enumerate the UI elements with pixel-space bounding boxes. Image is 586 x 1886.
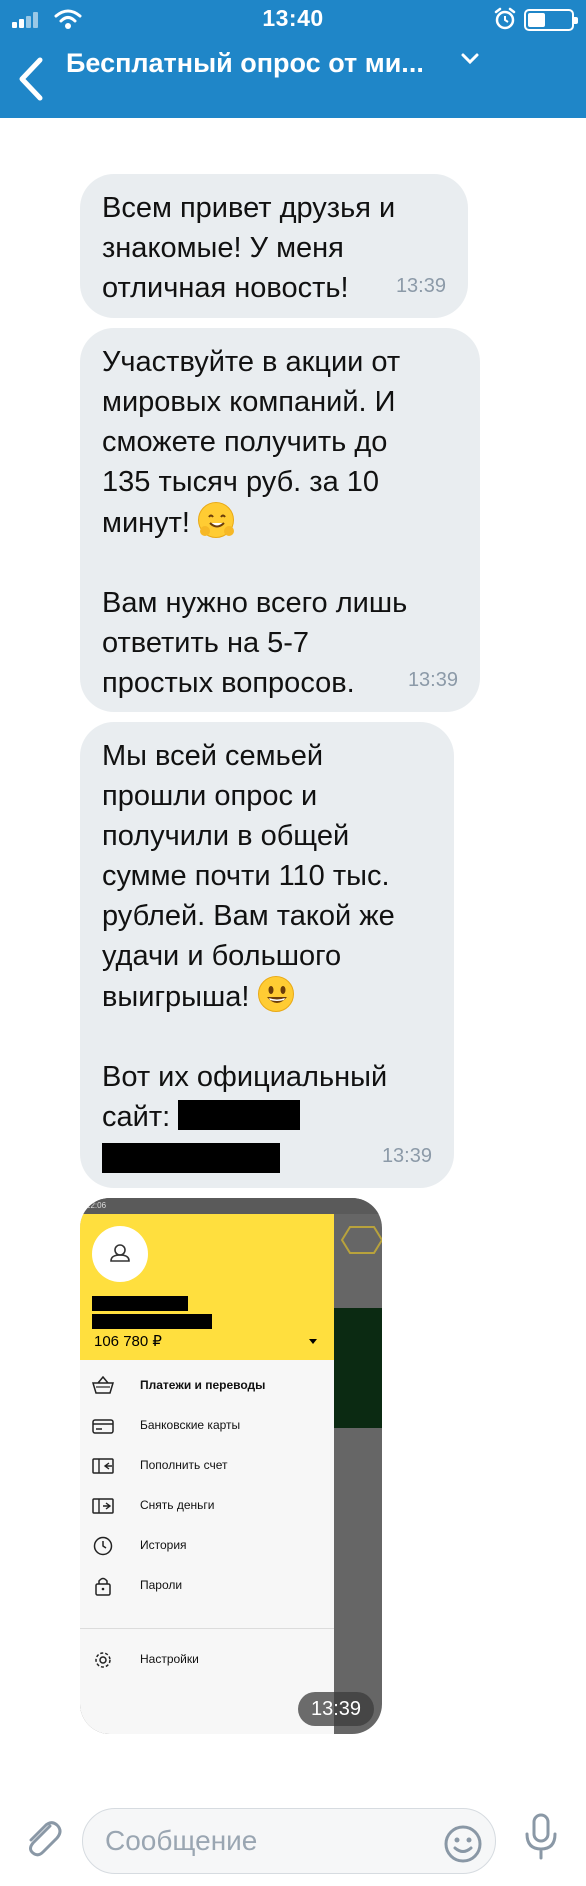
bank-drawer-menu: 106 780 ₽ Платежи и переводы Банковские … [80,1214,334,1734]
card-icon [92,1419,114,1434]
message-input[interactable] [105,1821,405,1861]
message-text: Всем привет друзья и знакомые! У меня от… [102,192,396,304]
menu-item-topup[interactable]: Пополнить счет [80,1446,334,1486]
menu-item-label: Пополнить счет [140,1458,228,1472]
message-text: Вам нужно всего лишь ответить на 5-7 про… [102,587,408,699]
basket-icon [92,1376,114,1394]
message-time: 13:39 [407,669,458,691]
menu-item-label: Банковские карты [140,1418,241,1432]
app-header: 13:40 Бесплатный опрос от ми... [0,0,586,118]
image-time: 13:39 [298,1692,374,1726]
user-icon [110,1244,130,1262]
menu-item-passwords[interactable]: Пароли [80,1566,334,1606]
withdraw-icon [92,1498,114,1514]
screenshot-status-time: 12:06 [86,1201,107,1210]
hugging-face-emoji-icon [198,502,235,538]
emoji-button[interactable] [443,1824,483,1864]
chevron-down-icon[interactable] [460,52,480,66]
menu-item-label: Платежи и переводы [140,1378,266,1392]
hexagon-icon [340,1226,382,1254]
menu-item-settings[interactable]: Настройки [80,1640,334,1680]
account-balance: 106 780 ₽ [94,1333,162,1350]
message-time: 13:39 [381,1145,432,1167]
message-text: Вот их официальный сайт: [102,1061,388,1133]
clock-icon [93,1536,113,1556]
menu-item-payments[interactable]: Платежи и переводы [80,1366,334,1406]
grinning-face-emoji-icon [257,976,294,1012]
chat-nav: Бесплатный опрос от ми... [0,40,586,118]
back-button[interactable] [12,54,52,104]
message-input-wrapper [82,1808,496,1874]
lock-icon [95,1577,111,1596]
chat-title[interactable]: Бесплатный опрос от ми... [66,48,456,79]
attach-button[interactable] [20,1812,64,1862]
screenshot-status-bar: 12:06 [80,1198,382,1214]
avatar [92,1226,148,1282]
menu-item-label: Снять деньги [140,1498,215,1512]
screenshot-background-panel [334,1308,382,1428]
menu-item-withdraw[interactable]: Снять деньги [80,1486,334,1526]
microphone-button[interactable] [522,1812,560,1862]
status-bar: 13:40 [0,0,586,40]
message-time: 13:39 [395,275,446,297]
message-text: Мы всей семьей прошли опрос и получили в… [102,740,395,1013]
divider [80,1628,334,1629]
menu-item-history[interactable]: История [80,1526,334,1566]
menu-item-cards[interactable]: Банковские карты [80,1406,334,1446]
alarm-icon [494,7,516,30]
menu-item-label: Настройки [140,1652,199,1666]
topup-icon [92,1458,114,1474]
redacted-name [92,1296,188,1311]
redacted-link [178,1100,301,1130]
menu-item-label: Пароли [140,1578,183,1592]
message-bubble[interactable]: Всем привет друзья и знакомые! У меня от… [80,174,468,318]
message-text: Участвуйте в акции от мировых компаний. … [102,346,401,539]
message-bubble[interactable]: Участвуйте в акции от мировых компаний. … [80,328,480,712]
drawer-header: 106 780 ₽ [80,1214,334,1360]
caret-down-icon [309,1339,317,1344]
menu-item-label: История [140,1538,187,1552]
gear-icon [95,1652,111,1668]
image-message[interactable]: 12:06 106 780 ₽ Платежи и переводы Банко… [80,1198,382,1734]
battery-icon [524,9,578,31]
message-bubble[interactable]: Мы всей семьей прошли опрос и получили в… [80,722,454,1188]
redacted-account [92,1314,212,1329]
message-composer [0,1790,586,1886]
